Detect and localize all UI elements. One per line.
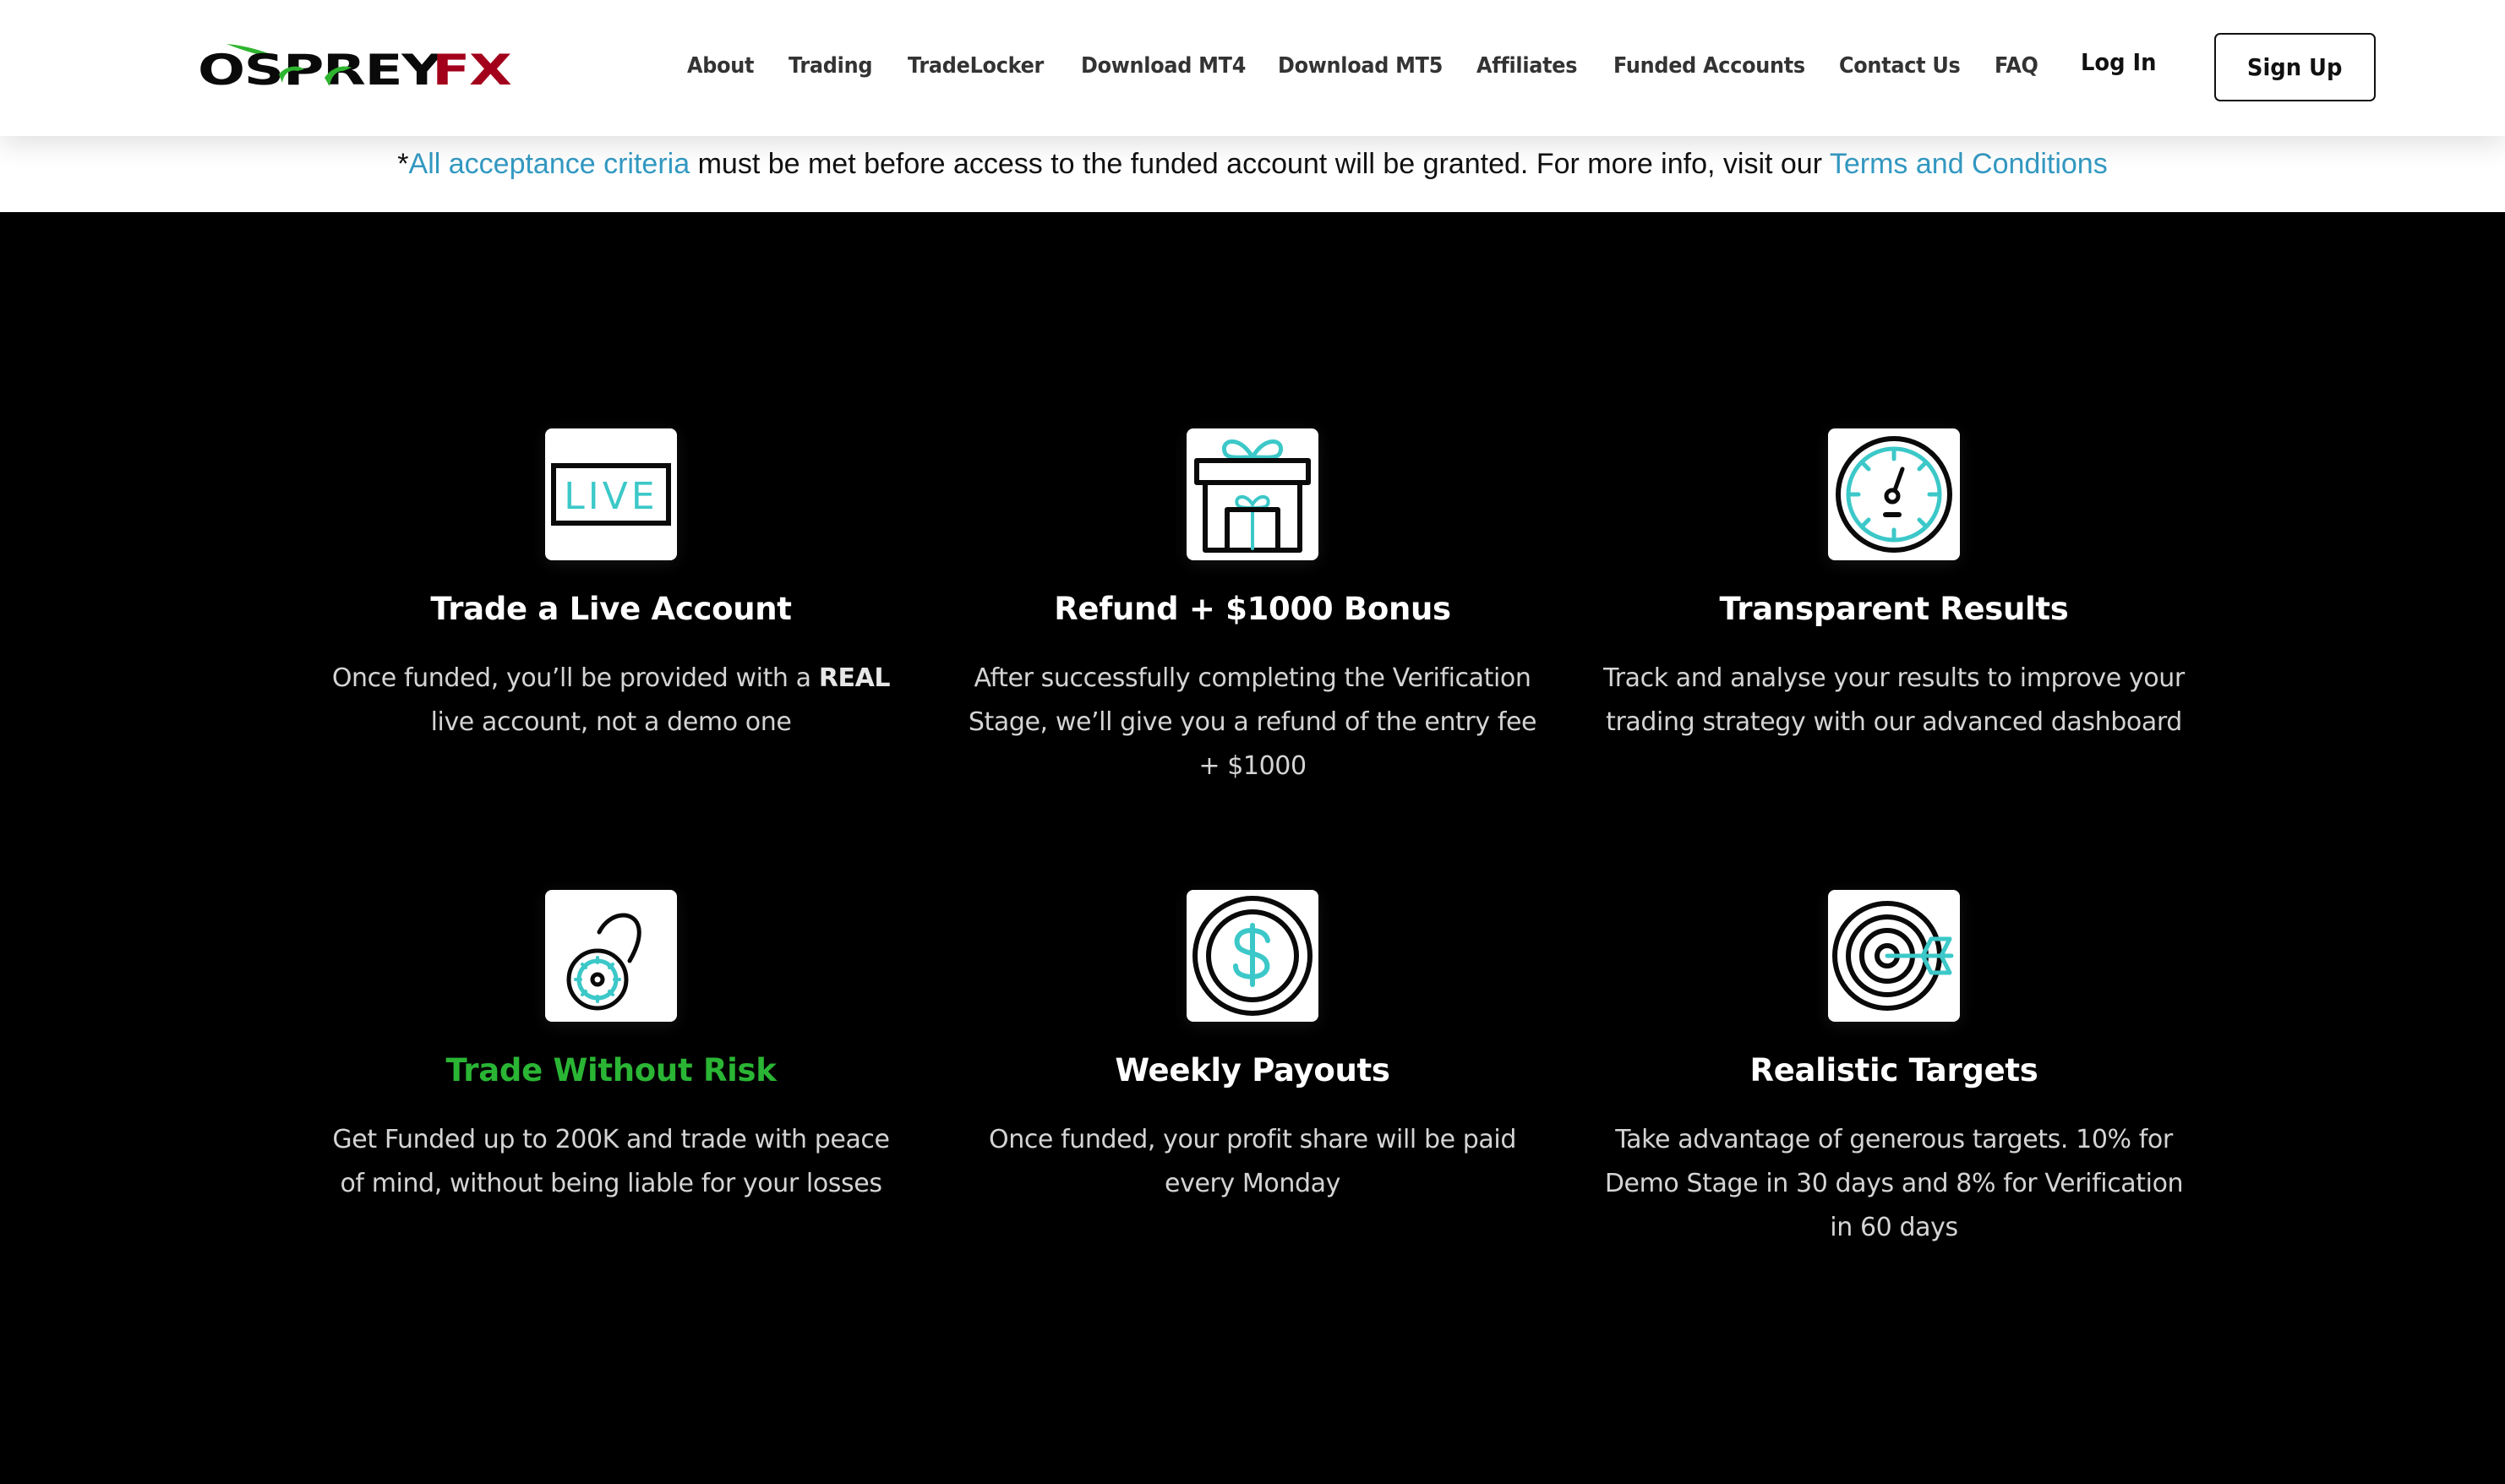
feature-title: Trade Without Risk: [445, 1052, 777, 1088]
svg-text:LIVE: LIVE: [564, 475, 658, 518]
signup-button[interactable]: Sign Up: [2214, 33, 2376, 101]
feature-title: Transparent Results: [1719, 591, 2069, 627]
terms-and-conditions-link[interactable]: Terms and Conditions: [1830, 148, 2108, 180]
feature-title: Refund + $1000 Bonus: [1054, 591, 1451, 627]
unlocked-padlock-icon-svg: [566, 913, 641, 1011]
live-icon: LIVE: [545, 428, 677, 560]
notice-text: must be met before access to the funded …: [690, 148, 1830, 180]
features-section: LIVE Trade a Live Account Once funded, y…: [0, 212, 2505, 1484]
feature-card-refund-bonus: Refund + $1000 Bonus After successfully …: [957, 428, 1548, 788]
nav-item-download-mt4[interactable]: Download MT4: [1081, 49, 1246, 83]
feature-description: Once funded, you’ll be provided with a R…: [315, 657, 907, 745]
nav-item-tradelocker[interactable]: TradeLocker: [908, 49, 1044, 83]
site-header: OSPREY FX About Trading TradeLocker Down…: [0, 0, 2505, 136]
acceptance-criteria-link[interactable]: All acceptance criteria: [409, 148, 690, 180]
dollar-coin-icon-svg: [1192, 896, 1313, 1016]
feature-desc-emphasis: REAL: [818, 663, 891, 693]
feature-description: Get Funded up to 200K and trade with pea…: [332, 1125, 890, 1198]
live-icon-svg: LIVE: [551, 463, 671, 526]
gift-icon-svg: [1194, 439, 1311, 553]
main-nav: About Trading TradeLocker Download MT4 D…: [0, 0, 2505, 136]
feature-description: Take advantage of generous targets. 10% …: [1604, 1125, 2184, 1242]
feature-title: Weekly Payouts: [1115, 1052, 1390, 1088]
nav-item-about[interactable]: About: [687, 49, 754, 83]
signup-button-label: Sign Up: [2247, 53, 2343, 81]
feature-desc-text: live account, not a demo one: [430, 707, 792, 737]
feature-desc-text: Once funded, you’ll be provided with a: [331, 663, 819, 693]
acceptance-notice: *All acceptance criteria must be met bef…: [0, 136, 2505, 212]
feature-card-live-account: LIVE Trade a Live Account Once funded, y…: [315, 428, 907, 745]
feature-card-trade-without-risk: Trade Without Risk Get Funded up to 200K…: [315, 890, 907, 1206]
nav-item-affiliates[interactable]: Affiliates: [1476, 49, 1577, 83]
nav-item-trading[interactable]: Trading: [789, 49, 872, 83]
unlocked-padlock-icon: [545, 890, 677, 1022]
target-arrow-icon: [1828, 890, 1960, 1022]
nav-item-faq[interactable]: FAQ: [1995, 49, 2038, 83]
gift-icon: [1187, 428, 1318, 560]
feature-card-realistic-targets: Realistic Targets Take advantage of gene…: [1598, 890, 2190, 1250]
feature-card-transparent-results: Transparent Results Track and analyse yo…: [1598, 428, 2190, 745]
speedometer-icon-svg: [1836, 436, 1952, 553]
dollar-coin-icon: [1187, 890, 1318, 1022]
target-arrow-icon-svg: [1832, 901, 1954, 1011]
feature-description: Once funded, your profit share will be p…: [989, 1125, 1516, 1198]
notice-asterisk: *: [397, 148, 409, 180]
speedometer-icon: [1828, 428, 1960, 560]
feature-title: Trade a Live Account: [430, 591, 792, 627]
nav-item-funded-accounts[interactable]: Funded Accounts: [1613, 49, 1805, 83]
feature-title: Realistic Targets: [1749, 1052, 2038, 1088]
nav-item-contact-us[interactable]: Contact Us: [1839, 49, 1961, 83]
feature-description: After successfully completing the Verifi…: [968, 663, 1537, 781]
nav-item-download-mt5[interactable]: Download MT5: [1278, 49, 1443, 83]
login-link[interactable]: Log In: [2081, 46, 2156, 79]
feature-card-weekly-payouts: Weekly Payouts Once funded, your profit …: [957, 890, 1548, 1206]
feature-description: Track and analyse your results to improv…: [1603, 663, 2185, 737]
